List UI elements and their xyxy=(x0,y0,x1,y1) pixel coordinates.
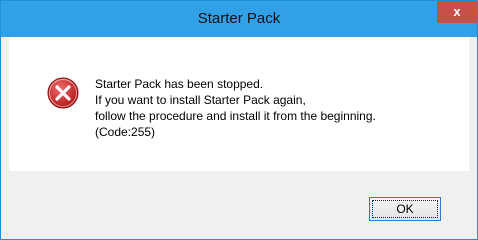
dialog-window: Starter Pack x Starter Pack has been sto… xyxy=(0,0,478,240)
message-line: Starter Pack has been stopped. xyxy=(95,77,264,91)
error-message: Starter Pack has been stopped. If you wa… xyxy=(95,76,467,140)
error-icon xyxy=(47,77,79,109)
message-line: follow the procedure and install it from… xyxy=(95,109,376,123)
close-button[interactable]: x xyxy=(437,1,477,23)
message-area: Starter Pack has been stopped. If you wa… xyxy=(9,37,469,171)
button-bar: OK xyxy=(9,171,469,233)
title-bar[interactable]: Starter Pack x xyxy=(1,1,477,37)
ok-button-label: OK xyxy=(396,202,414,216)
ok-button[interactable]: OK xyxy=(369,197,441,221)
window-title: Starter Pack xyxy=(197,10,281,27)
message-line: (Code:255) xyxy=(95,125,156,139)
message-line: If you want to install Starter Pack agai… xyxy=(95,93,306,107)
